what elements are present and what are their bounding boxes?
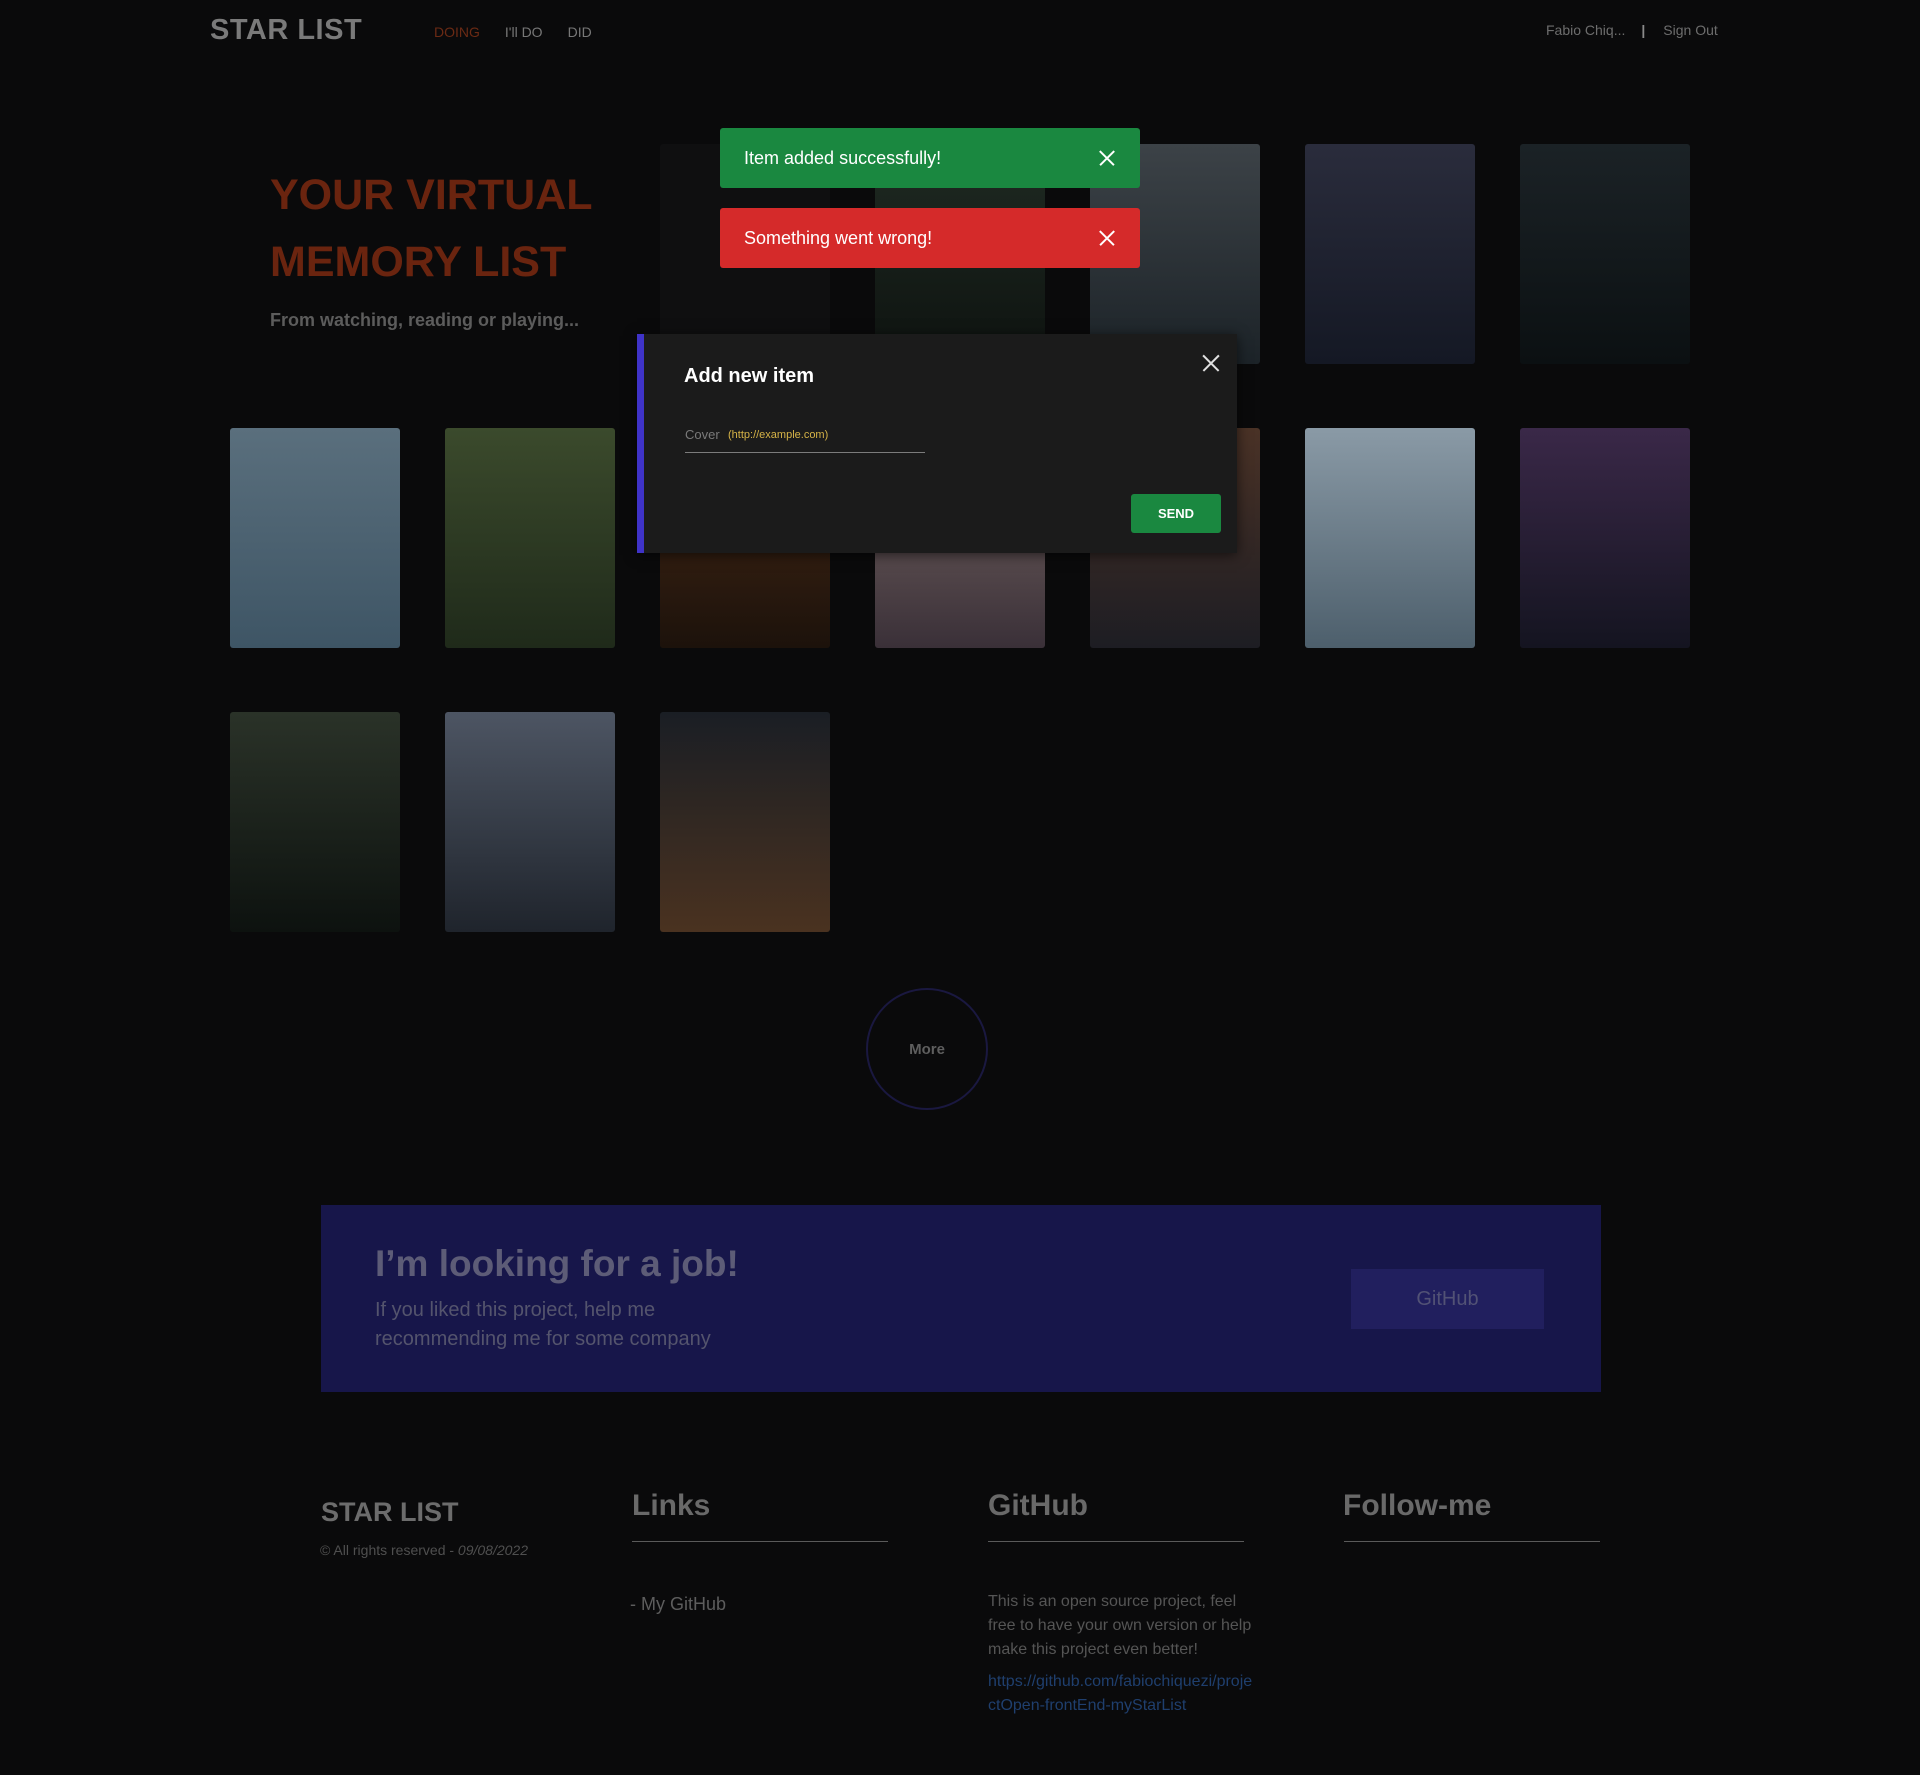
footer-github-divider xyxy=(988,1541,1244,1542)
gallery-card-dark-hill-stars[interactable] xyxy=(660,712,830,932)
footer-follow-title: Follow-me xyxy=(1343,1489,1492,1522)
copyright-date: 09/08/2022 xyxy=(457,1542,528,1558)
hero-title: YOUR VIRTUAL MEMORY LIST xyxy=(270,171,592,286)
copyright-text: © All rights reserved - xyxy=(320,1542,458,1558)
modal-accent-bar xyxy=(637,334,644,553)
nav-did[interactable]: DID xyxy=(568,24,592,40)
error-toast: Something went wrong! xyxy=(720,208,1140,268)
success-toast: Item added successfully! xyxy=(720,128,1140,188)
footer-follow-divider xyxy=(1344,1541,1600,1542)
github-button[interactable]: GitHub xyxy=(1351,1269,1544,1329)
gallery-card-lake-village-night[interactable] xyxy=(230,712,400,932)
gallery-card-milky-way-mountains[interactable] xyxy=(1305,144,1475,364)
footer-link-my-github[interactable]: - My GitHub xyxy=(630,1594,726,1615)
gallery-card-grey-peaks[interactable] xyxy=(445,712,615,932)
footer-github-text: This is an open source project, feel fre… xyxy=(988,1593,1252,1658)
footer-copyright: © All rights reserved - 09/08/2022 xyxy=(320,1542,528,1558)
send-button[interactable]: SEND xyxy=(1131,494,1221,533)
close-icon[interactable] xyxy=(1098,149,1116,167)
nav-doing[interactable]: DOING xyxy=(434,24,480,40)
modal-title: Add new item xyxy=(684,365,815,387)
gallery-card-city-street-night[interactable] xyxy=(1520,144,1690,364)
close-icon[interactable] xyxy=(1098,229,1116,247)
nav-ill-do[interactable]: I'll DO xyxy=(505,24,543,40)
job-subtitle: If you liked this project, help me recom… xyxy=(375,1299,711,1350)
close-icon[interactable] xyxy=(1200,352,1222,374)
hero-subtitle: From watching, reading or playing... xyxy=(270,310,580,330)
footer-links-title: Links xyxy=(632,1489,711,1522)
app-logo[interactable]: STAR LIST xyxy=(210,14,362,47)
gallery-card-purple-night-sky[interactable] xyxy=(1520,428,1690,648)
gallery-card-viaduct-train[interactable] xyxy=(445,428,615,648)
footer-logo: STAR LIST xyxy=(321,1497,459,1527)
more-button[interactable]: More xyxy=(866,988,988,1110)
main-nav: DOING I'll DO DID xyxy=(434,24,592,40)
cover-field-placeholder: (http://example.com) xyxy=(728,429,829,441)
user-menu: Fabio Chiq... | Sign Out xyxy=(1546,22,1718,38)
error-toast-message: Something went wrong! xyxy=(744,227,933,248)
success-toast-message: Item added successfully! xyxy=(744,147,942,168)
gallery-card-misty-blue-mountains[interactable] xyxy=(230,428,400,648)
job-title: I’m looking for a job! xyxy=(375,1243,739,1284)
gallery-card-mountain-lake-reflection[interactable] xyxy=(1305,428,1475,648)
footer-links-divider xyxy=(632,1541,888,1542)
cover-field-label: Cover xyxy=(685,427,720,442)
sign-out-link[interactable]: Sign Out xyxy=(1663,22,1717,38)
user-name[interactable]: Fabio Chiq... xyxy=(1546,22,1625,38)
footer-github-url[interactable]: https://github.com/fabiochiquezi/project… xyxy=(988,1670,1253,1718)
footer-github-title: GitHub xyxy=(988,1489,1088,1522)
user-separator: | xyxy=(1641,22,1646,38)
